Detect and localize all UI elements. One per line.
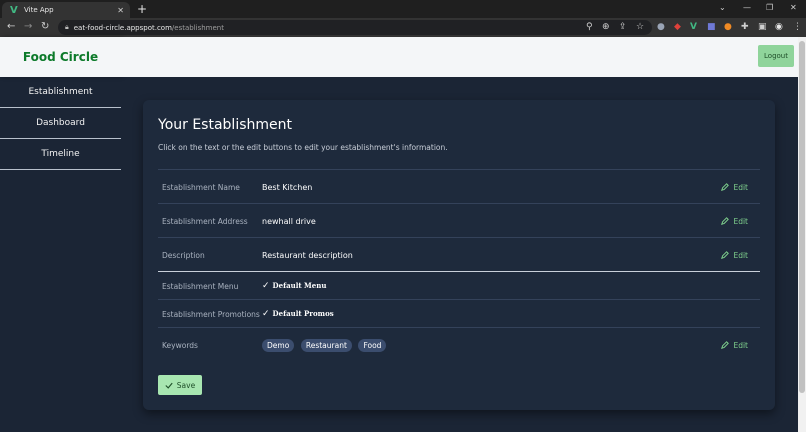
save-label: Save [176, 380, 196, 390]
minimize-icon[interactable]: — [743, 3, 751, 12]
field-label: Establishment Promotions [162, 309, 260, 319]
pencil-icon [721, 217, 730, 225]
menu-value: Default Menu [272, 281, 327, 290]
address-bar[interactable]: 🔒︎ eat-food-circle.appspot.com/establish… [58, 20, 652, 35]
promotions-value: Default Promos [272, 309, 334, 318]
description-value[interactable]: Restaurant description [262, 251, 760, 260]
extension-orange-icon[interactable]: ● [724, 22, 732, 33]
location-icon[interactable]: ⚲ [586, 22, 593, 33]
forward-icon[interactable]: → [24, 21, 32, 33]
field-label: Establishment Name [162, 182, 240, 192]
name-row: Establishment Name Best Kitchen Edit [158, 169, 760, 204]
establishment-address-value[interactable]: newhall drive [262, 217, 760, 226]
sidepanel-icon[interactable]: ▣ [758, 22, 767, 33]
brand-title: Food Circle [22, 50, 99, 64]
menu-row: Establishment Menu ✓ Default Menu [158, 271, 760, 300]
pencil-icon [721, 251, 730, 259]
page-scrollbar[interactable] [798, 37, 806, 432]
field-label: Description [162, 250, 205, 260]
bookmark-star-icon[interactable]: ☆ [636, 22, 644, 33]
lock-icon: 🔒︎ [65, 23, 69, 31]
pencil-icon [721, 341, 730, 349]
extension-circle-icon[interactable]: ● [657, 22, 665, 33]
establishment-name-value[interactable]: Best Kitchen [262, 183, 760, 192]
promotions-checkbox[interactable]: ✓ Default Promos [262, 309, 760, 319]
page-title: Your Establishment [158, 117, 292, 133]
brand-logo[interactable]: Food Circle [0, 37, 121, 77]
edit-keywords-button[interactable]: Edit [721, 341, 748, 350]
sidebar-item-establishment[interactable]: Establishment [0, 77, 121, 108]
sidebar-item-dashboard[interactable]: Dashboard [0, 108, 121, 139]
tab-close-icon[interactable]: ✕ [117, 6, 124, 15]
menu-checkbox[interactable]: ✓ Default Menu [262, 281, 760, 291]
establishment-card: Your Establishment Click on the text or … [143, 100, 775, 410]
browser-tab[interactable]: V Vite App ✕ [2, 2, 130, 18]
edit-label: Edit [733, 340, 748, 350]
vite-logo-icon: V [10, 4, 18, 16]
sidebar-item-label: Dashboard [36, 118, 85, 128]
edit-label: Edit [733, 182, 748, 192]
checkmark-icon: ✓ [262, 281, 270, 291]
keyword-chip[interactable]: Demo [262, 338, 295, 352]
sidebar-item-timeline[interactable]: Timeline [0, 139, 121, 170]
browser-toolbar: ← → ↻ 🔒︎ eat-food-circle.appspot.com/est… [0, 18, 806, 37]
maximize-icon[interactable]: ❐ [766, 3, 773, 12]
address-row: Establishment Address newhall drive Edit [158, 203, 760, 238]
sidebar-item-label: Timeline [41, 149, 80, 159]
keyword-chips: Demo Restaurant Food [262, 338, 760, 352]
page-subtitle: Click on the text or the edit buttons to… [158, 143, 448, 152]
edit-label: Edit [733, 216, 748, 226]
sidebar: Food Circle Establishment Dashboard Time… [0, 37, 121, 432]
vue-devtools-icon[interactable]: V [690, 22, 697, 33]
url-host: eat-food-circle.appspot.com [73, 23, 172, 32]
new-tab-button[interactable]: + [137, 2, 147, 16]
extensions-puzzle-icon[interactable]: ✚ [741, 22, 749, 33]
checkmark-icon [165, 382, 173, 389]
promotions-row: Establishment Promotions ✓ Default Promos [158, 299, 760, 328]
profile-avatar-icon[interactable]: ◉ [775, 22, 783, 33]
top-bar: Logout [121, 37, 798, 77]
pencil-icon [721, 183, 730, 191]
save-button[interactable]: Save [158, 375, 202, 395]
description-row: Description Restaurant description Edit [158, 237, 760, 272]
extension-red-icon[interactable]: ◆ [674, 22, 681, 33]
share-icon[interactable]: ⇪ [619, 22, 627, 33]
field-label: Keywords [162, 340, 198, 350]
url-path: /establishment [171, 23, 224, 32]
keywords-row: Keywords Demo Restaurant Food Edit [158, 327, 760, 362]
browser-tab-strip: V Vite App ✕ + ⌄ — ❐ ✕ [0, 0, 806, 18]
checkmark-icon: ✓ [262, 309, 270, 319]
back-icon[interactable]: ← [7, 21, 15, 33]
scrollbar-thumb[interactable] [799, 41, 805, 393]
logout-button[interactable]: Logout [758, 45, 794, 67]
field-label: Establishment Menu [162, 281, 239, 291]
edit-address-button[interactable]: Edit [721, 217, 748, 226]
edit-description-button[interactable]: Edit [721, 251, 748, 260]
keyword-chip[interactable]: Food [358, 338, 387, 352]
zoom-icon[interactable]: ⊕ [602, 22, 610, 33]
edit-name-button[interactable]: Edit [721, 183, 748, 192]
edit-label: Edit [733, 250, 748, 260]
reload-icon[interactable]: ↻ [41, 21, 49, 33]
sidebar-item-label: Establishment [28, 87, 93, 97]
keyword-chip[interactable]: Restaurant [300, 338, 352, 352]
tab-search-icon[interactable]: ⌄ [719, 3, 726, 12]
menu-kebab-icon[interactable]: ⋮ [793, 22, 802, 33]
window-close-icon[interactable]: ✕ [790, 3, 797, 12]
tab-title: Vite App [24, 6, 54, 14]
extension-purple-icon[interactable]: ■ [707, 22, 716, 33]
field-label: Establishment Address [162, 216, 248, 226]
